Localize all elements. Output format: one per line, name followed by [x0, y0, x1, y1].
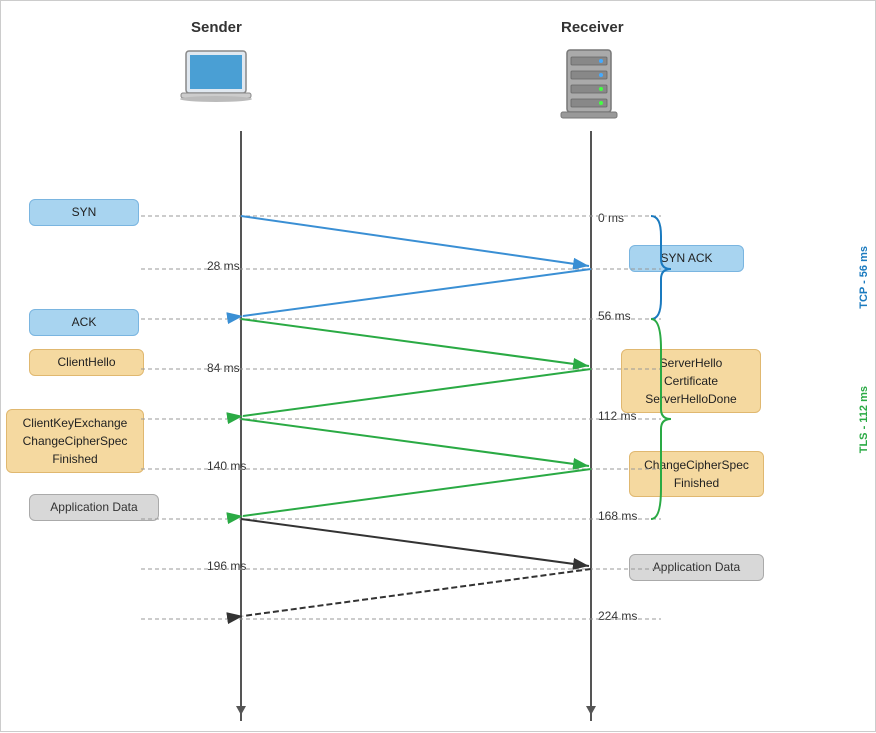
ts-28ms: 28 ms [207, 259, 240, 273]
receiver-icon [549, 45, 629, 130]
sender-timeline [240, 131, 242, 721]
serverhello-box: ServerHelloCertificateServerHelloDone [621, 349, 761, 413]
ts-112ms: 112 ms [598, 409, 636, 423]
sender-icon [176, 49, 256, 124]
syn-box: SYN [29, 199, 139, 226]
tls-label: TLS - 112 ms [858, 386, 870, 453]
tcp-label: TCP - 56 ms [858, 246, 870, 309]
ts-56ms: 56 ms [598, 309, 631, 323]
sender-label: Sender [191, 19, 242, 36]
appdata-right-box: Application Data [629, 554, 764, 581]
ts-224ms: 224 ms [598, 609, 637, 623]
clientkey-box: ClientKeyExchangeChangeCipherSpecFinishe… [6, 409, 144, 473]
diagram: Sender Receiver [0, 0, 876, 732]
ack-box: ACK [29, 309, 139, 336]
ts-0ms: 0 ms [598, 211, 624, 225]
cipherspec-right-box: ChangeCipherSpecFinished [629, 451, 764, 497]
receiver-label: Receiver [561, 19, 624, 36]
ts-140ms: 140 ms [207, 459, 246, 473]
ts-168ms: 168 ms [598, 509, 637, 523]
ts-84ms: 84 ms [207, 361, 240, 375]
receiver-timeline [590, 131, 592, 721]
synack-box: SYN ACK [629, 245, 744, 272]
clienthello-box: ClientHello [29, 349, 144, 376]
ts-196ms: 196 ms [207, 559, 246, 573]
appdata-left-box: Application Data [29, 494, 159, 521]
